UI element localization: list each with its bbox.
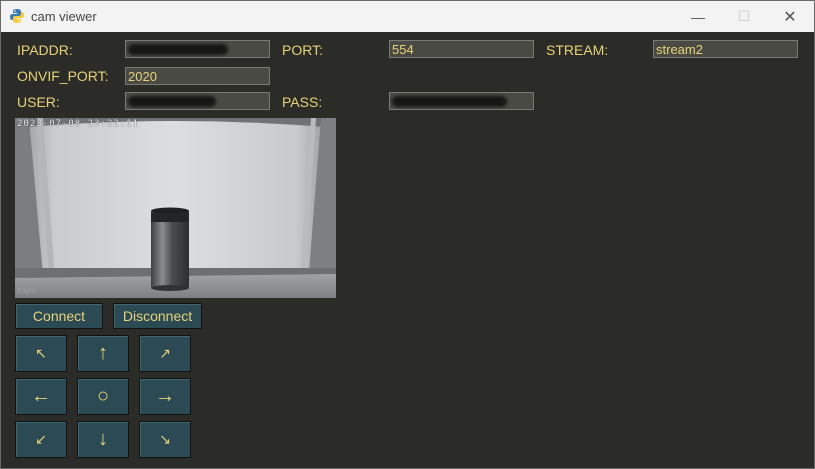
user-label: USER: bbox=[17, 94, 60, 110]
app-window: cam viewer — ☐ ✕ IPADDR: PORT: 554 STREA… bbox=[0, 0, 815, 469]
ptz-right-button[interactable]: → bbox=[139, 378, 191, 415]
port-label: PORT: bbox=[282, 42, 323, 58]
arrow-down-left-icon: ↙ bbox=[35, 431, 47, 447]
redaction-mark bbox=[128, 44, 228, 55]
connect-button[interactable]: Connect bbox=[15, 303, 103, 329]
port-field[interactable]: 554 bbox=[389, 40, 534, 58]
onvif-port-label: ONVIF_PORT: bbox=[17, 68, 109, 84]
python-logo-icon bbox=[9, 8, 25, 24]
close-button[interactable]: ✕ bbox=[767, 1, 813, 32]
ptz-home-button[interactable]: ○ bbox=[77, 378, 129, 415]
ptz-up-button[interactable]: ↑ bbox=[77, 335, 129, 372]
arrow-down-right-icon: ↘ bbox=[159, 431, 171, 447]
ptz-up-left-button[interactable]: ↖ bbox=[15, 335, 67, 372]
arrow-left-icon: ← bbox=[31, 385, 51, 407]
window-title: cam viewer bbox=[31, 9, 97, 24]
stream-label: STREAM: bbox=[546, 42, 609, 58]
user-field[interactable] bbox=[125, 92, 270, 110]
disconnect-button[interactable]: Disconnect bbox=[113, 303, 202, 329]
disconnect-label: Disconnect bbox=[122, 308, 193, 324]
stream-field[interactable]: stream2 bbox=[653, 40, 798, 58]
ptz-down-button[interactable]: ↓ bbox=[77, 421, 129, 458]
onvif-port-field[interactable]: 2020 bbox=[125, 67, 270, 85]
camera-frame-image bbox=[15, 118, 336, 298]
ptz-down-right-button[interactable]: ↘ bbox=[139, 421, 191, 458]
maximize-button[interactable]: ☐ bbox=[721, 1, 767, 32]
port-value: 554 bbox=[392, 42, 414, 57]
maximize-icon: ☐ bbox=[737, 8, 751, 24]
ptz-up-right-button[interactable]: ↗ bbox=[139, 335, 191, 372]
pass-label: PASS: bbox=[282, 94, 323, 110]
minimize-button[interactable]: — bbox=[675, 1, 721, 32]
arrow-up-left-icon: ↖ bbox=[35, 345, 47, 361]
connect-label: Connect bbox=[32, 308, 86, 324]
redaction-mark bbox=[392, 96, 507, 107]
onvif-port-value: 2020 bbox=[128, 69, 157, 84]
arrow-down-icon: ↓ bbox=[98, 428, 108, 450]
minimize-icon: — bbox=[691, 8, 705, 25]
redaction-mark bbox=[128, 96, 216, 107]
ipaddr-field[interactable] bbox=[125, 40, 270, 58]
pass-field[interactable] bbox=[389, 92, 534, 110]
camera-view: 2023-07-08 23:22:11 tapo bbox=[15, 118, 336, 298]
arrow-up-icon: ↑ bbox=[98, 342, 108, 364]
ptz-down-left-button[interactable]: ↙ bbox=[15, 421, 67, 458]
close-icon: ✕ bbox=[783, 8, 797, 26]
arrow-up-right-icon: ↗ bbox=[159, 345, 171, 361]
title-bar[interactable]: cam viewer — ☐ ✕ bbox=[1, 1, 814, 32]
ipaddr-label: IPADDR: bbox=[17, 42, 73, 58]
stream-value: stream2 bbox=[656, 42, 703, 57]
camera-watermark: tapo bbox=[17, 286, 37, 295]
circle-icon: ○ bbox=[96, 385, 110, 407]
camera-timestamp: 2023-07-08 23:22:11 bbox=[17, 119, 139, 129]
arrow-right-icon: → bbox=[155, 385, 175, 407]
ptz-left-button[interactable]: ← bbox=[15, 378, 67, 415]
